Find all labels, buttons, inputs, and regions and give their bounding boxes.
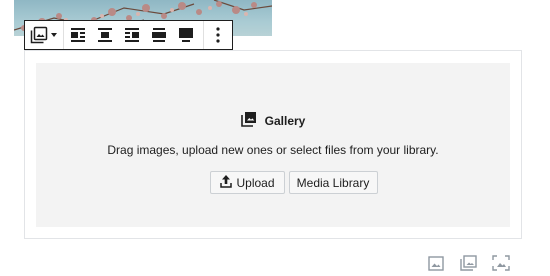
block-toolbar bbox=[24, 20, 233, 50]
align-center-icon bbox=[98, 28, 115, 42]
media-library-label: Media Library bbox=[296, 175, 370, 190]
gallery-block[interactable]: Gallery Drag images, upload new ones or … bbox=[24, 50, 522, 239]
more-options-button[interactable] bbox=[211, 21, 225, 49]
align-wide-button[interactable] bbox=[147, 21, 174, 49]
block-switcher-button[interactable] bbox=[25, 21, 63, 49]
placeholder-title: Gallery bbox=[264, 113, 306, 128]
placeholder-label: Gallery bbox=[36, 111, 510, 130]
align-wide-icon bbox=[152, 28, 169, 42]
gallery-icon bbox=[240, 111, 257, 130]
upload-label: Upload bbox=[236, 175, 275, 190]
placeholder-instructions: Drag images, upload new ones or select f… bbox=[107, 143, 439, 157]
block-inserter-shortcuts bbox=[0, 255, 550, 271]
gallery-placeholder: Gallery Drag images, upload new ones or … bbox=[36, 63, 510, 227]
align-full-icon bbox=[179, 28, 196, 42]
placeholder-actions: Upload Media Library bbox=[36, 171, 510, 194]
gallery-icon[interactable] bbox=[460, 255, 477, 276]
align-left-button[interactable] bbox=[66, 21, 93, 49]
align-right-icon bbox=[125, 28, 142, 42]
cover-icon[interactable] bbox=[492, 255, 510, 276]
align-right-button[interactable] bbox=[120, 21, 147, 49]
align-center-button[interactable] bbox=[93, 21, 120, 49]
align-full-button[interactable] bbox=[174, 21, 201, 49]
block-switcher-group bbox=[25, 21, 64, 49]
gallery-icon bbox=[30, 26, 48, 44]
upload-button[interactable]: Upload bbox=[210, 171, 285, 194]
align-left-icon bbox=[71, 28, 88, 42]
media-library-button[interactable]: Media Library bbox=[288, 171, 378, 194]
upload-icon bbox=[220, 174, 233, 191]
alignment-group bbox=[64, 21, 204, 49]
chevron-down-icon bbox=[51, 33, 57, 37]
vertical-ellipsis-icon bbox=[216, 27, 220, 43]
more-options-group bbox=[204, 21, 232, 49]
image-icon[interactable] bbox=[428, 255, 444, 276]
